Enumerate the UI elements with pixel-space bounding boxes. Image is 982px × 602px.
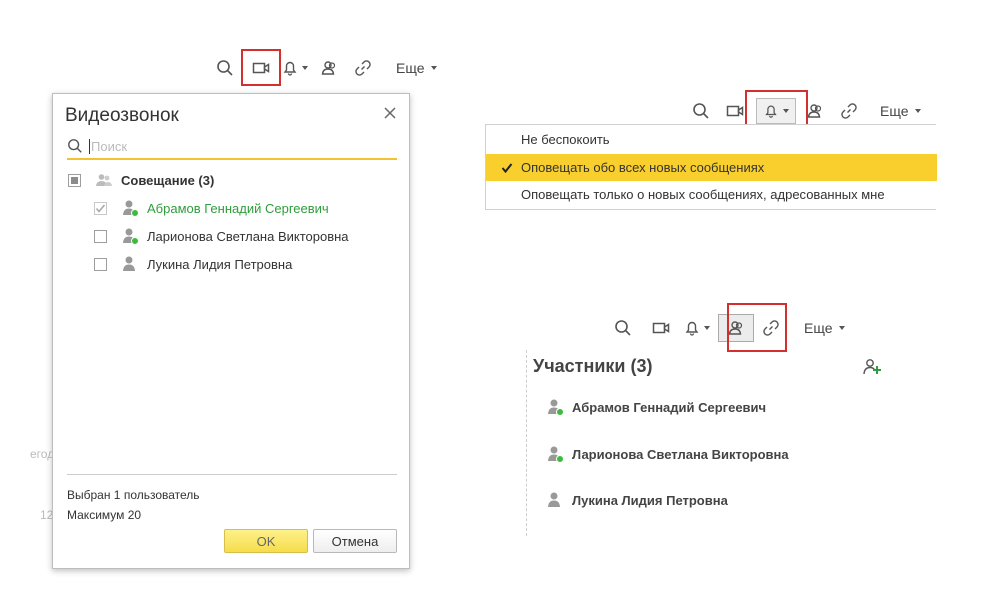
participants-title: Участники (3) xyxy=(533,356,653,376)
video-call-dialog: Видеозвонок Поиск Совещание (3) Абрамов … xyxy=(52,93,410,569)
search-icon[interactable] xyxy=(688,98,714,124)
max-count-text: Максимум 20 xyxy=(67,508,142,522)
link-icon[interactable] xyxy=(836,98,862,124)
group-checkbox[interactable] xyxy=(68,173,81,187)
check-icon xyxy=(95,203,106,213)
background-text: егод xyxy=(30,447,55,461)
check-icon xyxy=(501,163,513,174)
member-row[interactable]: Абрамов Геннадий Сергеевич xyxy=(94,194,329,222)
participant-row[interactable]: Лукина Лидия Петровна xyxy=(546,491,728,509)
online-status-icon xyxy=(131,237,139,245)
member-checkbox[interactable] xyxy=(94,229,107,243)
group-row[interactable]: Совещание (3) xyxy=(68,166,214,194)
more-menu[interactable]: Еще xyxy=(396,60,437,76)
menu-item-label: Оповещать только о новых сообщениях, адр… xyxy=(521,187,885,202)
member-checkbox[interactable] xyxy=(94,257,107,271)
bell-icon[interactable] xyxy=(682,315,702,341)
menu-item-do-not-disturb[interactable]: Не беспокоить xyxy=(486,126,937,153)
bell-icon[interactable] xyxy=(280,55,300,81)
menu-item-notify-all[interactable]: Оповещать обо всех новых сообщениях xyxy=(486,154,937,181)
menu-item-label: Не беспокоить xyxy=(521,132,610,147)
dialog-title: Видеозвонок xyxy=(65,105,179,126)
chevron-down-icon xyxy=(914,109,921,113)
participant-row[interactable]: Ларионова Светлана Викторовна xyxy=(546,445,789,463)
member-row[interactable]: Лукина Лидия Петровна xyxy=(94,250,292,278)
link-icon[interactable] xyxy=(350,55,376,81)
chevron-down-icon xyxy=(838,326,845,330)
online-status-icon xyxy=(556,408,564,416)
search-icon xyxy=(68,139,82,153)
member-name: Абрамов Геннадий Сергеевич xyxy=(147,200,329,216)
member-checkbox[interactable] xyxy=(94,201,107,215)
search-input[interactable]: Поиск xyxy=(89,138,127,154)
user-icon xyxy=(546,491,564,509)
user-icon xyxy=(546,398,564,416)
participant-name: Ларионова Светлана Викторовна xyxy=(572,446,789,462)
group-label: Совещание (3) xyxy=(121,172,215,188)
participant-name: Лукина Лидия Петровна xyxy=(572,492,728,508)
ok-button[interactable]: OK xyxy=(224,529,308,553)
chevron-down-icon[interactable] xyxy=(704,326,710,330)
search-icon[interactable] xyxy=(212,55,238,81)
group-icon xyxy=(95,171,113,189)
participants-highlight xyxy=(727,303,787,352)
cancel-button[interactable]: Отмена xyxy=(313,529,397,553)
video-highlight xyxy=(241,49,281,86)
panel-separator xyxy=(526,350,527,536)
search-icon[interactable] xyxy=(610,315,636,341)
member-row[interactable]: Ларионова Светлана Викторовна xyxy=(94,222,349,250)
search-field[interactable]: Поиск xyxy=(67,134,397,160)
participant-name: Абрамов Геннадий Сергеевич xyxy=(572,399,767,415)
notify-menu: Не беспокоить Оповещать обо всех новых с… xyxy=(485,124,937,210)
more-label: Еще xyxy=(804,320,833,336)
more-label: Еще xyxy=(396,60,425,76)
user-icon xyxy=(121,255,139,273)
divider xyxy=(67,474,397,475)
more-menu[interactable]: Еще xyxy=(804,320,845,336)
participant-row[interactable]: Абрамов Геннадий Сергеевич xyxy=(546,398,766,416)
member-name: Ларионова Светлана Викторовна xyxy=(147,228,349,244)
menu-item-notify-addressed[interactable]: Оповещать только о новых сообщениях, адр… xyxy=(486,181,937,208)
user-icon xyxy=(121,227,139,245)
selected-count-text: Выбран 1 пользователь xyxy=(67,488,200,502)
more-menu[interactable]: Еще xyxy=(880,103,921,119)
user-icon xyxy=(121,199,139,217)
close-icon[interactable] xyxy=(383,106,397,120)
chevron-down-icon[interactable] xyxy=(302,66,308,70)
member-name: Лукина Лидия Петровна xyxy=(147,256,293,272)
online-status-icon xyxy=(131,209,139,217)
add-participant-icon[interactable] xyxy=(862,357,882,380)
more-label: Еще xyxy=(880,103,909,119)
online-status-icon xyxy=(556,455,564,463)
chevron-down-icon xyxy=(430,66,437,70)
user-icon xyxy=(546,445,564,463)
participants-icon[interactable] xyxy=(316,55,342,81)
menu-item-label: Оповещать обо всех новых сообщениях xyxy=(521,160,765,175)
video-camera-icon[interactable] xyxy=(648,315,674,341)
